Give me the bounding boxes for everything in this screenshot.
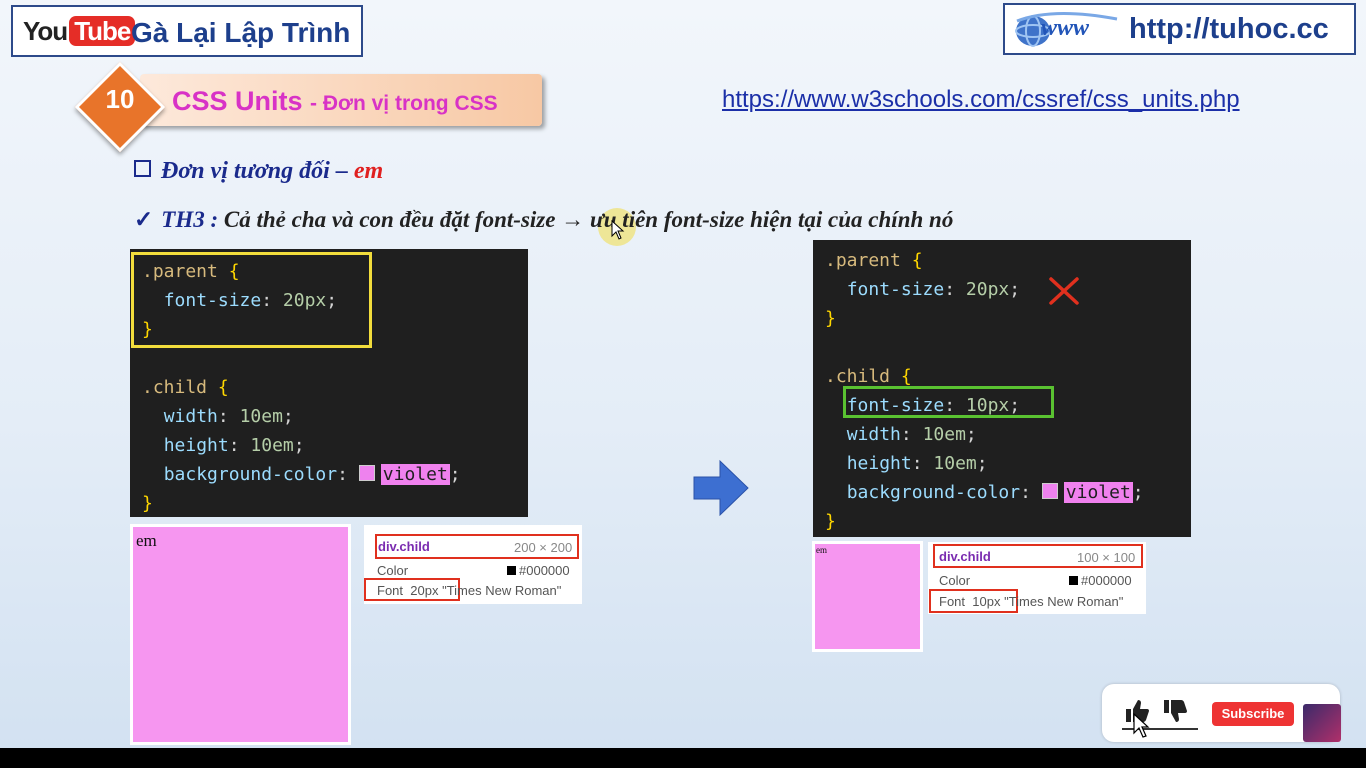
left-child-selector: .child [142, 377, 208, 398]
right-child-preview-box: em [812, 541, 923, 652]
topic-unit: em [353, 158, 384, 184]
left-tooltip-color-value-wrap: #000000 [507, 563, 570, 578]
right-color-swatch [1069, 576, 1078, 585]
left-tooltip-size: 200 × 200 [514, 540, 573, 555]
right-child-selector: .child [825, 366, 891, 387]
cursor-icon [611, 220, 625, 240]
left-preview-text: em [136, 531, 157, 550]
cross-mark-icon [1049, 277, 1079, 305]
checkbox-square-icon [134, 160, 151, 177]
case-label: TH3 : [161, 207, 219, 232]
left-tooltip-font-family: "Times New Roman" [442, 583, 562, 598]
left-tooltip-font-size: 20px [410, 583, 439, 598]
thumbs-down-icon[interactable] [1162, 698, 1188, 724]
left-bg-val: violet [380, 464, 450, 485]
right-parent-font-val: 20px [965, 279, 1010, 300]
right-height-prop: height [846, 453, 912, 474]
www-logo-text: www [1041, 15, 1090, 41]
channel-name: Gà Lại Lập Trình [131, 17, 351, 48]
left-tooltip-color-label: Color [377, 563, 409, 578]
lesson-title: CSS Units - Đơn vị trong CSS [172, 86, 498, 117]
left-width-prop: width [163, 406, 218, 427]
channel-avatar[interactable] [1303, 704, 1341, 742]
right-bg-prop: background-color [846, 482, 1021, 503]
right-tooltip-font-label: Font [939, 594, 966, 609]
child-font-size-highlight [843, 386, 1054, 418]
channel-header: You Tube Gà Lại Lập Trình [11, 5, 363, 57]
right-width-prop: width [846, 424, 901, 445]
www-globe-icon: www [1015, 11, 1118, 47]
case-bullet: ✓ TH3 : Cả thẻ cha và con đều đặt font-si… [134, 207, 953, 233]
left-width-val: 10em [239, 406, 283, 427]
lesson-title-sub: - Đơn vị trong CSS [310, 92, 498, 115]
website-url[interactable]: http://tuhoc.cc [1129, 13, 1329, 46]
left-height-prop: height [163, 435, 229, 456]
right-tooltip-color-value: #000000 [1081, 573, 1132, 588]
right-parent-selector: .parent [825, 250, 901, 271]
right-tooltip-font-family: "Times New Roman" [1004, 594, 1124, 609]
case-text-1: Cả thẻ cha và con đều đặt font-size [223, 207, 556, 232]
reference-link[interactable]: https://www.w3schools.com/cssref/css_uni… [722, 86, 1240, 114]
checkmark-icon: ✓ [134, 207, 154, 232]
parent-rule-highlight [131, 252, 372, 348]
right-violet-swatch [1041, 483, 1058, 499]
left-height-val: 10em [250, 435, 294, 456]
right-preview-text: em [816, 545, 827, 555]
bottom-bar [0, 748, 1366, 768]
right-width-val: 10em [922, 424, 966, 445]
right-tooltip-size: 100 × 100 [1077, 550, 1136, 565]
youtube-logo[interactable]: You Tube [23, 16, 136, 47]
left-child-preview-box: em [130, 524, 351, 745]
right-tooltip-color-value-wrap: #000000 [1069, 573, 1132, 588]
right-bg-val: violet [1063, 482, 1133, 503]
case-text-2: ưu tiên font-size hiện tại của chính nó [589, 207, 954, 232]
left-color-swatch [507, 566, 516, 575]
right-tooltip-font-row: Font 10px "Times New Roman" [939, 594, 1123, 609]
topic-prefix: Đơn vị tương đối – [161, 158, 354, 184]
right-height-val: 10em [933, 453, 977, 474]
right-tooltip-color-label: Color [939, 573, 971, 588]
left-bg-prop: background-color [163, 464, 338, 485]
left-tooltip-font-label: Font [377, 583, 404, 598]
subscribe-button[interactable]: Subscribe [1212, 702, 1294, 726]
topic-bullet: Đơn vị tương đối – em [134, 158, 383, 185]
youtube-logo-tube: Tube [69, 16, 136, 46]
right-arrow-icon [693, 459, 749, 517]
website-header: www http://tuhoc.cc [1003, 3, 1356, 55]
right-tooltip-font-size: 10px [972, 594, 1001, 609]
lesson-title-bar: CSS Units - Đơn vị trong CSS [140, 74, 542, 126]
right-inspector-tooltip: div.child 100 × 100 Color #000000 Font 1… [928, 542, 1146, 614]
right-tooltip-element: div.child [939, 549, 991, 564]
right-parent-font-prop: font-size [846, 279, 945, 300]
case-arrow: → [561, 207, 585, 232]
cursor-icon [1133, 712, 1150, 738]
left-tooltip-font-row: Font 20px "Times New Roman" [377, 583, 561, 598]
left-tooltip-element: div.child [378, 539, 430, 554]
lesson-title-main: CSS Units [172, 86, 303, 116]
left-violet-swatch [358, 465, 375, 481]
left-tooltip-color-value: #000000 [519, 563, 570, 578]
lesson-number: 10 [105, 84, 135, 114]
left-inspector-tooltip: div.child 200 × 200 Color #000000 Font 2… [364, 525, 582, 604]
youtube-logo-you: You [23, 16, 68, 46]
